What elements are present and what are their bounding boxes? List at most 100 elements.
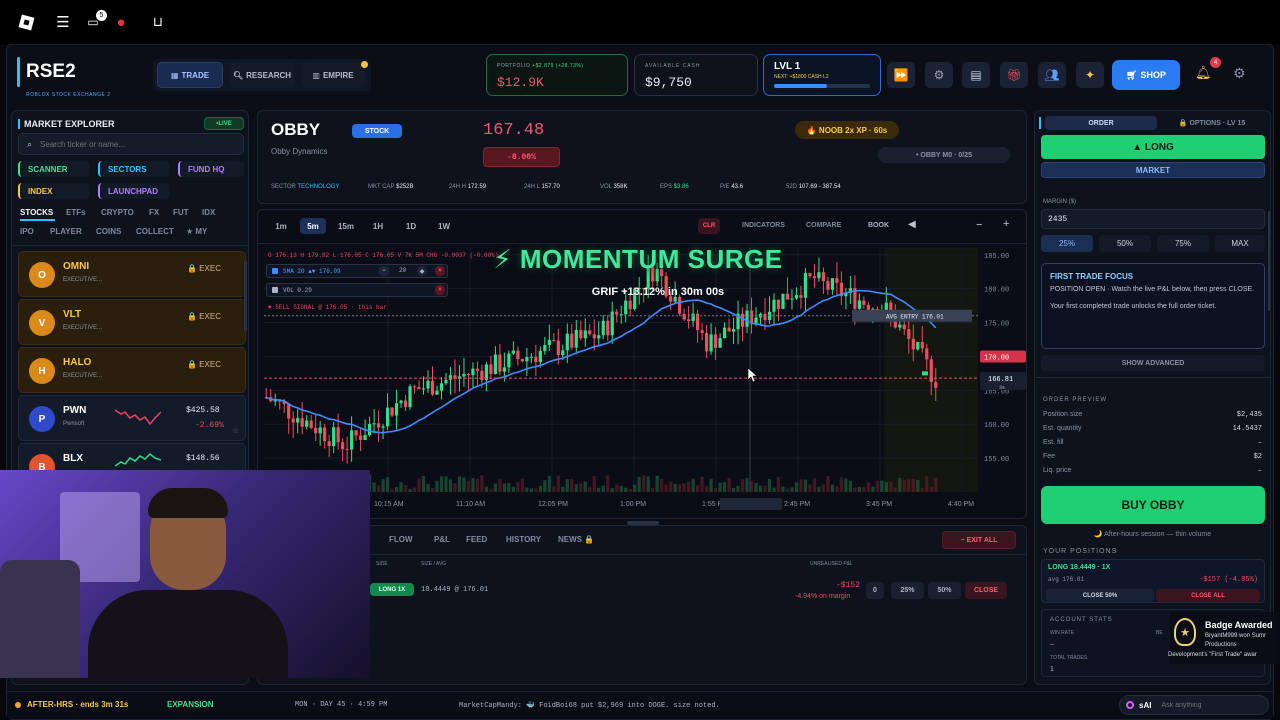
show-advanced-button[interactable]: SHOW ADVANCED (1041, 355, 1265, 371)
order-scrollbar[interactable] (1268, 211, 1270, 311)
tab-player[interactable]: PLAYER (50, 227, 82, 236)
roblox-logo-icon[interactable] (14, 10, 38, 34)
volume-bar (592, 476, 596, 492)
ticker-search-input[interactable] (40, 139, 231, 149)
candle-body (421, 388, 426, 390)
tab-pnl[interactable]: P&L (434, 535, 450, 544)
zoom-out-icon[interactable]: − (976, 219, 982, 231)
volume-bar (911, 479, 915, 492)
shop-button[interactable]: 🛒︎ SHOP (1112, 60, 1180, 90)
portfolio-label: PORTFOLIO (497, 63, 531, 69)
chip-sectors[interactable]: SECTORS (98, 161, 170, 177)
buy-button[interactable]: BUY OBBY (1041, 486, 1265, 524)
close-50-button[interactable]: CLOSE 50% (1046, 589, 1154, 602)
close-position-button[interactable]: CLOSE (965, 582, 1007, 599)
ticker-search[interactable]: ⌕ (18, 133, 244, 155)
chip-fund-hq[interactable]: FUND HQ (178, 161, 244, 177)
clear-drawings-button[interactable]: CLR (698, 218, 720, 234)
speaker-icon[interactable]: ◀ (908, 219, 916, 230)
users-icon[interactable]: 👥︎ (1038, 62, 1066, 88)
explorer-scrollbar[interactable] (244, 261, 247, 331)
play-icon[interactable]: ⏩ (887, 62, 915, 88)
partial-close-25[interactable]: 25% (891, 582, 924, 599)
close-all-button[interactable]: CLOSE ALL (1156, 589, 1260, 602)
tab-fut[interactable]: FUT (173, 208, 189, 217)
order-book-button[interactable]: BOOK (868, 222, 889, 229)
tf-15m[interactable]: 15m (333, 218, 359, 234)
volume-bar (722, 482, 727, 492)
partial-close-0[interactable]: 0 (866, 582, 884, 599)
ticker-row-pwn[interactable]: P PWN Pwnsoft $425.58 -2.69% ☆ (18, 395, 246, 441)
tab-news[interactable]: NEWS 🔒 (558, 535, 594, 544)
backpack-icon[interactable]: ⊔ (146, 10, 170, 34)
vol-indicator-row[interactable]: VOL 0.29 × (266, 283, 448, 297)
bell-icon[interactable]: 🔔︎ (1195, 65, 1212, 81)
tf-5m[interactable]: 5m (300, 218, 326, 234)
sma-diamond-icon[interactable]: ◆ (417, 266, 427, 276)
ticker-row-halo[interactable]: H HALO EXECUTIVE... 🔒 EXEC (18, 347, 246, 393)
market-order-button[interactable]: MARKET (1041, 162, 1265, 178)
gift-icon[interactable]: 🎁︎ (1000, 62, 1028, 88)
ai-assistant-input[interactable]: sAI (1119, 695, 1269, 715)
tab-idx[interactable]: IDX (202, 208, 215, 217)
chip-launchpad[interactable]: LAUNCHPAD (98, 183, 170, 199)
tab-crypto[interactable]: CRYPTO (101, 208, 134, 217)
volume-bar (839, 477, 843, 492)
indicators-button[interactable]: INDICATORS (742, 222, 785, 229)
margin-max[interactable]: MAX (1215, 235, 1265, 252)
nav-research-button[interactable]: 🔍︎ RESEARCH (229, 62, 295, 88)
tab-history[interactable]: HISTORY (506, 535, 541, 544)
tab-fx[interactable]: FX (149, 208, 159, 217)
menu-icon[interactable]: ☰ (51, 10, 75, 34)
ticker-row-omni[interactable]: O OMNI EXECUTIVE... 🔒 EXEC (18, 251, 246, 297)
microphone-icon[interactable]: ● (109, 10, 133, 34)
clipboard-icon[interactable]: ▤ (962, 62, 990, 88)
tab-coins[interactable]: COINS (96, 227, 121, 236)
tab-etfs[interactable]: ETFs (66, 208, 86, 217)
position-avg: avg 176.01 (1048, 576, 1085, 583)
settings-icon[interactable]: ⚙ (1233, 65, 1246, 82)
long-button[interactable]: ▲ LONG (1041, 135, 1265, 159)
chat-icon[interactable]: ▭ 5 (81, 10, 107, 34)
gear-small-icon[interactable]: ⚙ (925, 62, 953, 88)
exit-all-button[interactable]: − EXIT ALL (942, 531, 1016, 549)
sma-indicator-row[interactable]: SMA 20 ▲▼ 176.09 − 20 ◆ × (266, 264, 448, 278)
brand-name: RSE2 (26, 61, 76, 82)
level-card[interactable]: LVL 1 NEXT: +$1800 CASH L2 (763, 54, 881, 96)
margin-25pct[interactable]: 25% (1041, 235, 1093, 252)
volume-bar (498, 478, 502, 492)
tf-1m[interactable]: 1m (270, 218, 292, 234)
tab-my[interactable]: ★ MY (186, 227, 207, 236)
ai-prompt-input[interactable] (1161, 701, 1242, 709)
tab-collect[interactable]: COLLECT (136, 227, 174, 236)
ticker-row-vlt[interactable]: V VLT EXECUTIVE... 🔒 EXEC (18, 299, 246, 345)
tab-flow[interactable]: FLOW (389, 535, 413, 544)
tf-1h[interactable]: 1H (368, 218, 388, 234)
tab-options[interactable]: 🔒 OPTIONS · LV 15 (1159, 116, 1265, 130)
tab-ipo[interactable]: IPO (20, 227, 34, 236)
margin-50pct[interactable]: 50% (1099, 235, 1151, 252)
tf-1d[interactable]: 1D (401, 218, 421, 234)
tf-1w[interactable]: 1W (433, 218, 455, 234)
tab-order[interactable]: ORDER (1045, 116, 1157, 130)
zoom-in-icon[interactable]: + (1003, 218, 1009, 230)
portfolio-card[interactable]: PORTFOLIO +$2,879 (+28.73%) $12.9K (486, 54, 628, 96)
nav-empire-button[interactable]: ▥ EMPIRE (301, 62, 365, 88)
star-icon[interactable]: ☆ (232, 426, 239, 435)
sma-remove-icon[interactable]: × (435, 266, 445, 276)
nav-trade-button[interactable]: ▦ TRADE (157, 62, 223, 88)
chip-index[interactable]: INDEX (18, 183, 90, 199)
margin-input[interactable]: 2435 (1041, 209, 1265, 229)
margin-75pct[interactable]: 75% (1157, 235, 1209, 252)
chip-scanner[interactable]: SCANNER (18, 161, 90, 177)
tab-stocks[interactable]: STOCKS (20, 208, 53, 217)
tab-feed[interactable]: FEED (466, 535, 487, 544)
vol-remove-icon[interactable]: × (435, 285, 445, 295)
compare-button[interactable]: COMPARE (806, 222, 841, 229)
badge-toast[interactable]: ★ Badge Awarded BryantM999 won Sumr Prod… (1168, 612, 1280, 664)
sparkle-icon[interactable]: ✦ (1076, 62, 1104, 88)
sma-minus[interactable]: − (379, 266, 389, 276)
volume-bar (920, 488, 924, 492)
partial-close-50[interactable]: 50% (928, 582, 961, 599)
mission-pill[interactable]: • OBBY M0 · 0/25 (878, 147, 1010, 163)
